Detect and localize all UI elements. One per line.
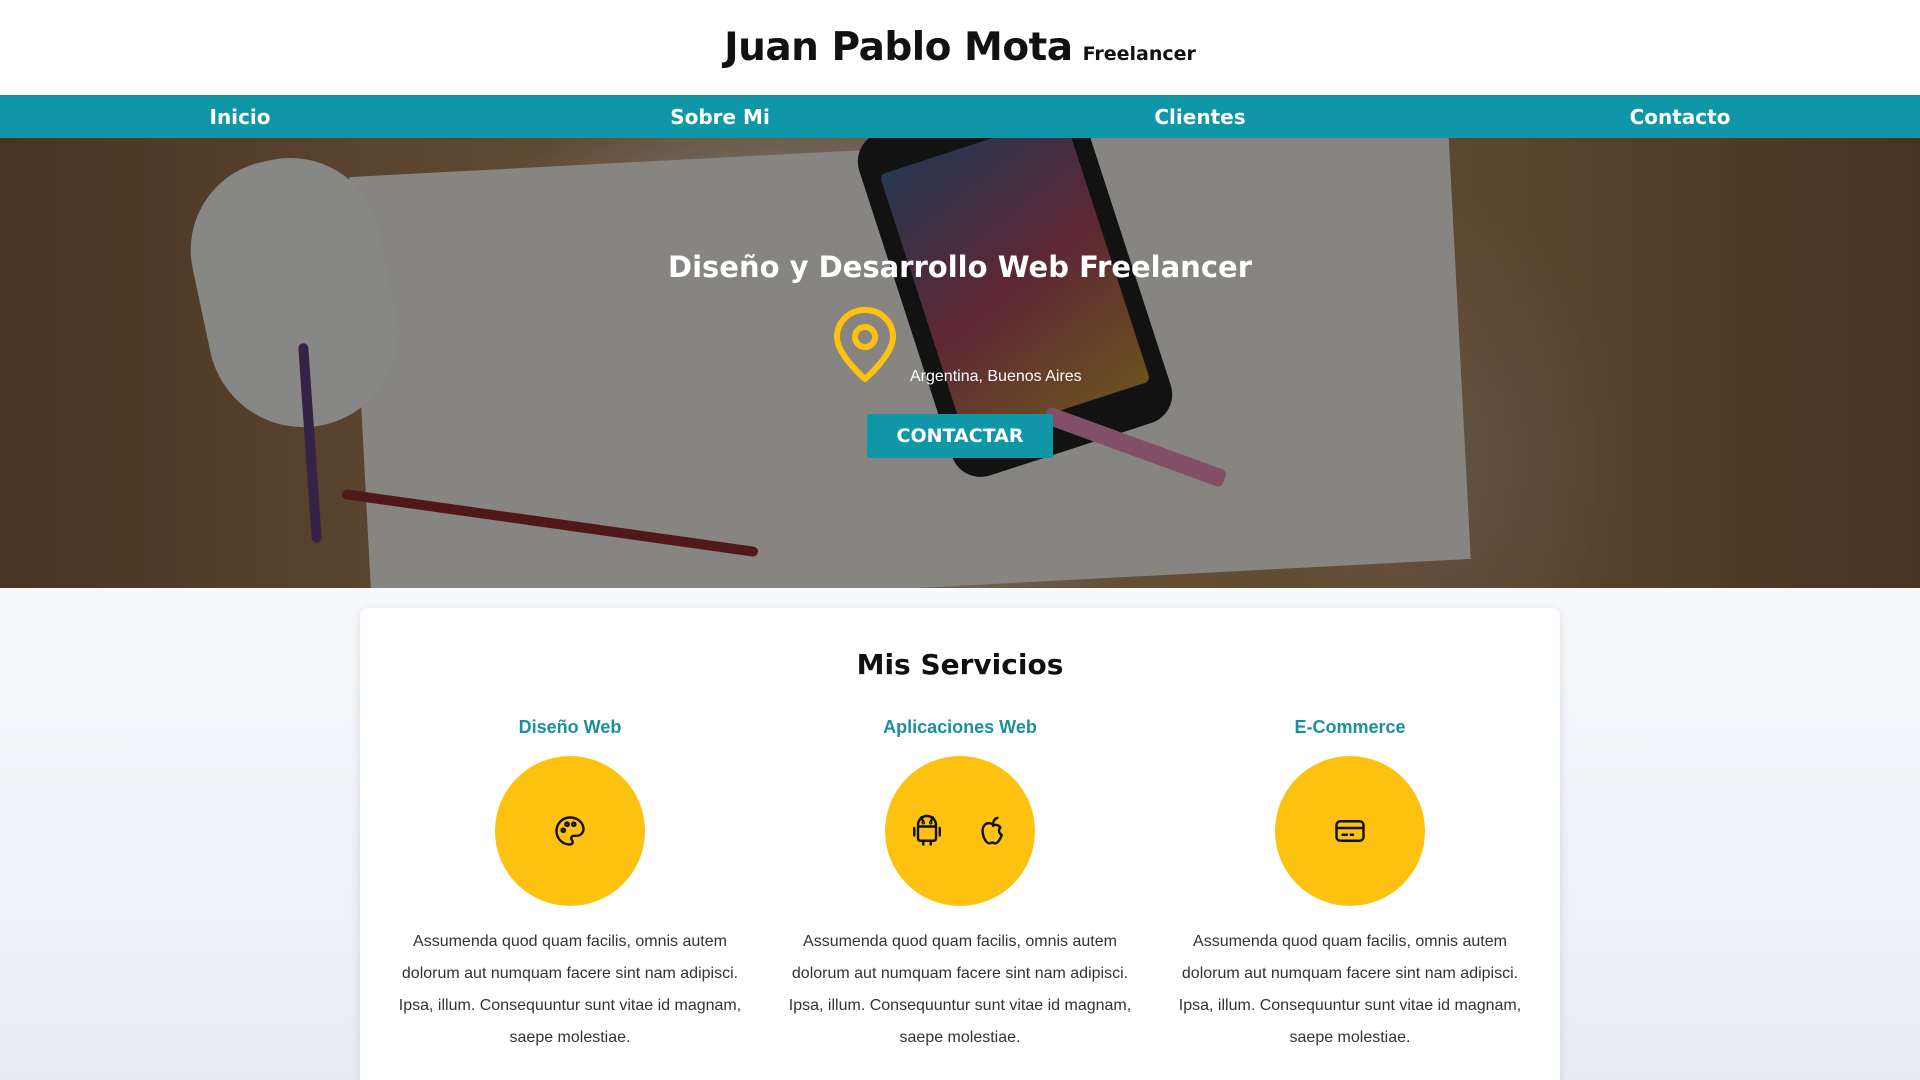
credit-card-icon [1335, 820, 1365, 842]
map-pin-icon [834, 307, 896, 382]
brand-name: Juan Pablo Mota [724, 25, 1073, 70]
service-title: E-Commerce [1294, 717, 1406, 737]
service-title: Aplicaciones Web [883, 717, 1037, 737]
hero-content: Diseño y Desarrollo Web Freelancer Argen… [0, 138, 1920, 588]
services-title: Mis Servicios [856, 648, 1064, 681]
location: Argentina, Buenos Aires [830, 306, 1090, 386]
service-item: E-Commerce Assumenda quod quam facilis, … [1165, 717, 1535, 1054]
services-grid: Diseño Web Assumenda quod quam facilis, … [360, 717, 1560, 1054]
services-card: Mis Servicios Diseño Web Assumenda quod … [360, 608, 1560, 1080]
main-nav: Inicio Sobre Mi Clientes Contacto [0, 95, 1920, 138]
android-icon [913, 814, 941, 846]
brand: Juan Pablo Mota Freelancer [724, 25, 1196, 70]
nav-link-clientes[interactable]: Clientes [960, 105, 1440, 129]
hero: Diseño y Desarrollo Web Freelancer Argen… [0, 138, 1920, 588]
nav-link-inicio[interactable]: Inicio [0, 105, 480, 129]
service-description: Assumenda quod quam facilis, omnis autem… [1178, 933, 1522, 1046]
nav-link-sobre-mi[interactable]: Sobre Mi [480, 105, 960, 129]
service-icon-circle [885, 756, 1035, 906]
service-icon-circle [1275, 756, 1425, 906]
palette-icon [555, 816, 585, 846]
hero-title: Diseño y Desarrollo Web Freelancer [668, 250, 1252, 284]
location-text: Argentina, Buenos Aires [910, 368, 1082, 385]
nav-link-contacto[interactable]: Contacto [1440, 105, 1920, 129]
service-description: Assumenda quod quam facilis, omnis autem… [398, 933, 742, 1046]
brand-tagline: Freelancer [1082, 43, 1196, 65]
contactar-button[interactable]: CONTACTAR [866, 414, 1054, 458]
service-item: Aplicaciones Web Assumenda quod quam fac… [775, 717, 1145, 1054]
service-description: Assumenda quod quam facilis, omnis autem… [788, 933, 1132, 1046]
service-item: Diseño Web Assumenda quod quam facilis, … [385, 717, 755, 1054]
service-title: Diseño Web [518, 717, 622, 737]
site-header: Juan Pablo Mota Freelancer [0, 0, 1920, 95]
services-section: Mis Servicios Diseño Web Assumenda quod … [0, 588, 1920, 1080]
apple-icon [981, 816, 1003, 845]
service-icon-circle [495, 756, 645, 906]
